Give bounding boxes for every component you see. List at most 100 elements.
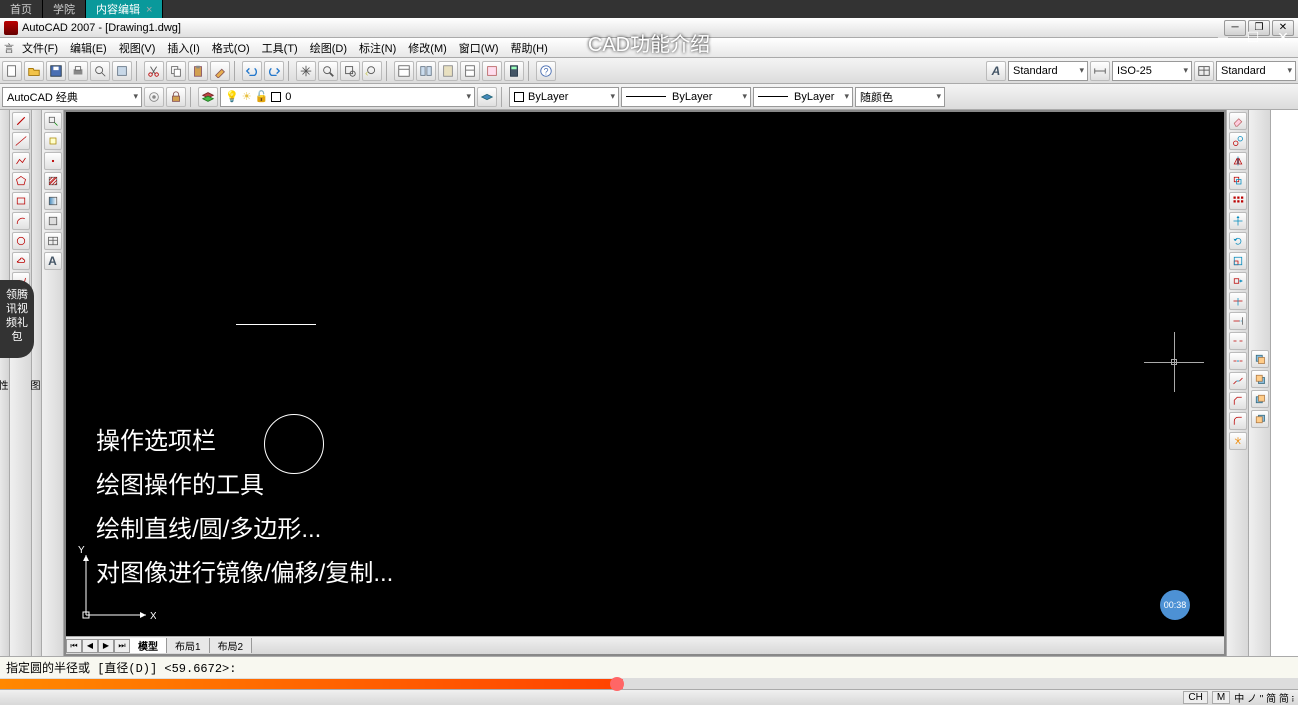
line-tool[interactable] [12,112,30,130]
layout-last-button[interactable]: ⏭ [114,639,130,653]
tab-academy[interactable]: 学院 [43,0,86,18]
paste-button[interactable] [188,61,208,81]
rect-tool[interactable] [12,192,30,210]
promo-badge[interactable]: 领腾讯视频礼包 [0,280,34,358]
scale-tool[interactable] [1229,252,1247,270]
chamfer-tool[interactable] [1229,392,1247,410]
preview-button[interactable] [90,61,110,81]
menu-view[interactable]: 视图(V) [113,38,162,58]
circle-tool[interactable] [12,232,30,250]
copy-button[interactable] [166,61,186,81]
plotstyle-combo[interactable]: 随颜色 [855,87,945,107]
send-back-tool[interactable] [1251,370,1269,388]
overlay-close-icon[interactable]: ✕ [1274,28,1292,46]
redo-button[interactable] [264,61,284,81]
ime-m[interactable]: M [1212,691,1230,704]
zoom-realtime-button[interactable] [318,61,338,81]
explode-tool[interactable] [1229,432,1247,450]
stretch-tool[interactable] [1229,272,1247,290]
copy-tool[interactable] [1229,132,1247,150]
erase-tool[interactable] [1229,112,1247,130]
zoom-prev-button[interactable] [362,61,382,81]
layer-combo[interactable]: 💡 ☀ 🔓 0 [220,87,475,107]
video-progress[interactable] [0,679,1298,689]
layout-next-button[interactable]: ▶ [98,639,114,653]
publish-button[interactable] [112,61,132,81]
make-block-tool[interactable] [44,132,62,150]
workspace-combo[interactable]: AutoCAD 经典 [2,87,142,107]
match-button[interactable] [210,61,230,81]
open-button[interactable] [24,61,44,81]
table-tool[interactable] [44,232,62,250]
tab-layout2[interactable]: 布局2 [210,638,253,653]
overlay-minimize-icon[interactable]: ─ [1214,28,1232,46]
textstyle-icon[interactable]: A [986,61,1006,81]
menu-help[interactable]: 帮助(H) [505,38,554,58]
dimstyle-combo[interactable]: ISO-25 [1112,61,1192,81]
cut-button[interactable] [144,61,164,81]
toolpal-button[interactable] [438,61,458,81]
offset-tool[interactable] [1229,172,1247,190]
break2-tool[interactable] [1229,352,1247,370]
mirror-tool[interactable] [1229,152,1247,170]
print-button[interactable] [68,61,88,81]
progress-thumb[interactable] [610,677,624,691]
extend-tool[interactable] [1229,312,1247,330]
tab-content-edit[interactable]: 内容编辑× [86,0,163,18]
layout-prev-button[interactable]: ◀ [82,639,98,653]
textstyle-combo[interactable]: Standard [1008,61,1088,81]
color-combo[interactable]: ByLayer [509,87,619,107]
properties-button[interactable] [394,61,414,81]
menu-draw[interactable]: 绘图(D) [304,38,353,58]
dimstyle-icon[interactable] [1090,61,1110,81]
arc-tool[interactable] [12,212,30,230]
calc-button[interactable] [504,61,524,81]
workspace-settings-button[interactable] [144,87,164,107]
revcloud-tool[interactable] [12,252,30,270]
layout-first-button[interactable]: ⏮ [66,639,82,653]
lineweight-combo[interactable]: ByLayer [753,87,853,107]
tablestyle-icon[interactable] [1194,61,1214,81]
linetype-combo[interactable]: ByLayer [621,87,751,107]
command-line[interactable]: 指定圆的半径或 [直径(D)] <59.6672>: [0,657,1298,679]
draw-palette-tab[interactable]: 图 [32,110,42,656]
xline-tool[interactable] [12,132,30,150]
menu-edit[interactable]: 编辑(E) [64,38,113,58]
bring-front-tool[interactable] [1251,350,1269,368]
help-button[interactable]: ? [536,61,556,81]
undo-button[interactable] [242,61,262,81]
tablestyle-combo[interactable]: Standard [1216,61,1296,81]
close-icon[interactable]: × [146,4,152,16]
menu-dim[interactable]: 标注(N) [353,38,402,58]
new-button[interactable] [2,61,22,81]
tab-model[interactable]: 模型 [130,638,167,653]
join-tool[interactable] [1229,372,1247,390]
point-tool[interactable] [44,152,62,170]
trim-tool[interactable] [1229,292,1247,310]
sheet-button[interactable] [460,61,480,81]
drawing-canvas[interactable]: X Y 操作选项栏 绘图操作的工具 绘制直线/圆/多边形... 对图像进行镜像/… [66,112,1224,636]
move-tool[interactable] [1229,212,1247,230]
save-button[interactable] [46,61,66,81]
polygon-tool[interactable] [12,172,30,190]
menu-format[interactable]: 格式(O) [206,38,256,58]
array-tool[interactable] [1229,192,1247,210]
mtext-tool[interactable]: A [44,252,62,270]
ime-ch[interactable]: CH [1183,691,1207,704]
gradient-tool[interactable] [44,192,62,210]
rotate-tool[interactable] [1229,232,1247,250]
overlay-maximize-icon[interactable]: ☐ [1244,28,1262,46]
region-tool[interactable] [44,212,62,230]
tab-layout1[interactable]: 布局1 [167,638,210,653]
menu-file[interactable]: 文件(F) [16,38,64,58]
workspace-lock-button[interactable] [166,87,186,107]
dcenter-button[interactable] [416,61,436,81]
hatch-tool[interactable] [44,172,62,190]
menu-insert[interactable]: 插入(I) [161,38,205,58]
pline-tool[interactable] [12,152,30,170]
menu-tools[interactable]: 工具(T) [256,38,304,58]
zoom-window-button[interactable] [340,61,360,81]
tab-home[interactable]: 首页 [0,0,43,18]
block-insert-tool[interactable] [44,112,62,130]
send-under-tool[interactable] [1251,410,1269,428]
